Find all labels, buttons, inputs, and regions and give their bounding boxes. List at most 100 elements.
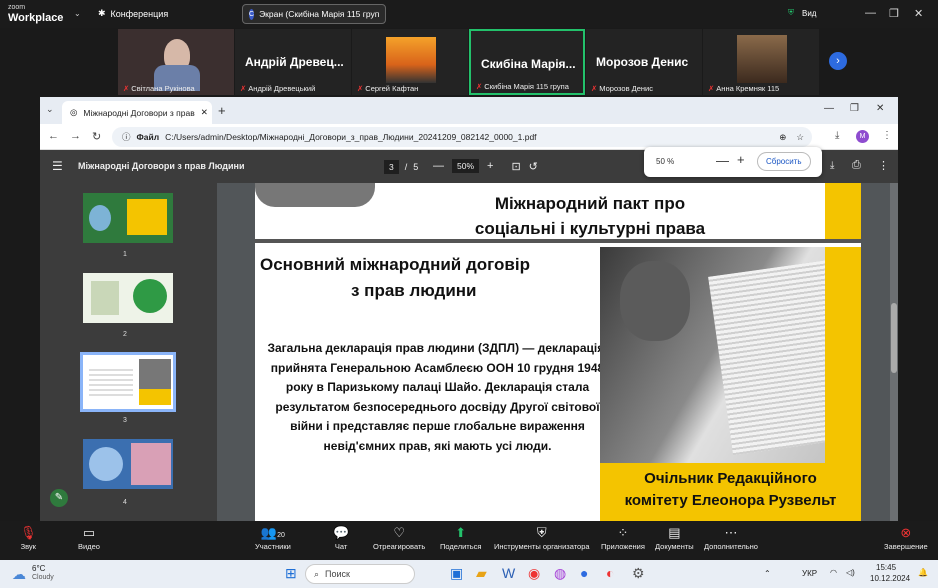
shield-icon[interactable]: ⛨ xyxy=(788,8,794,18)
zoom-app-icon[interactable]: ● xyxy=(580,565,588,581)
participant-big-name: Скибіна Марія... xyxy=(481,57,576,71)
download-icon[interactable]: ⤓ xyxy=(830,160,834,171)
more-button[interactable]: ⋯ Дополнительно xyxy=(704,525,758,551)
zoom-out-icon[interactable]: — xyxy=(433,160,444,172)
tab-close-icon[interactable]: ✕ xyxy=(201,107,208,118)
restore-icon[interactable]: ❐ xyxy=(889,7,899,20)
eleanor-roosevelt-photo xyxy=(600,247,861,463)
photo-caption: Очільник Редакційного комітету Елеонора … xyxy=(600,463,861,521)
participant-tile[interactable]: Андрій Древец... Андрій Древецький xyxy=(235,29,351,95)
react-button[interactable]: ♡ Отреагировать xyxy=(373,525,425,551)
zoom-in-icon[interactable]: + xyxy=(487,160,493,172)
participant-name: Анна Кремняк 115 xyxy=(708,84,779,93)
search-icon: ⌕ xyxy=(314,568,320,579)
participant-tile[interactable]: Світлана Рукінова xyxy=(118,29,234,95)
word-icon[interactable]: W xyxy=(502,565,515,581)
new-tab-button[interactable]: + xyxy=(218,103,226,118)
video-button[interactable]: ▭ Видео xyxy=(78,525,100,551)
profile-avatar[interactable]: M xyxy=(856,130,869,143)
hamburger-icon[interactable]: ☰ xyxy=(52,159,63,173)
page-current-input[interactable]: 3 xyxy=(384,160,399,174)
thumbnail-number: 3 xyxy=(123,417,127,424)
slide-body-text: Загальна декларація прав людини (ЗДПЛ) —… xyxy=(267,341,608,453)
video-label: Видео xyxy=(78,542,100,551)
thumbnail-page-2[interactable] xyxy=(83,273,173,323)
conference-menu[interactable]: ✱ Конференция xyxy=(98,8,168,19)
host-tools-button[interactable]: ⛨ Инструменты организатора xyxy=(494,525,590,551)
chrome-icon[interactable]: ◉ xyxy=(528,565,540,582)
zoom-lens-icon[interactable]: ⊕ xyxy=(779,132,786,143)
fit-page-icon[interactable]: ⊡ xyxy=(511,160,520,173)
tab-pdf[interactable]: ◎ Міжнародні Договори з прав ✕ xyxy=(62,101,212,124)
docs-button[interactable]: ▤ Документы xyxy=(655,525,694,551)
participants-button[interactable]: 👥20 Участники xyxy=(255,525,291,551)
participant-tile[interactable]: Морозов Денис Морозов Денис xyxy=(586,29,702,95)
slide-top-title-line1: Міжнародний пакт про xyxy=(494,194,686,213)
slide-heading-line1: Основний міжнародний договір xyxy=(260,255,530,274)
settings-icon[interactable]: ⚙ xyxy=(632,565,645,582)
popup-zoom-out-button[interactable]: — xyxy=(716,153,729,168)
windows-taskbar: ☁ 6°C Cloudy ⊞ ⌕ Поиск ▣ ▰ W ◉ ◍ ● ◐ ⚙ ⌃… xyxy=(0,560,938,588)
minus-circle-icon[interactable]: ⊖ xyxy=(384,9,385,20)
participant-tile[interactable]: Анна Кремняк 115 xyxy=(703,29,819,95)
screen-share-pill[interactable]: C Экран (Скибіна Марія 115 груп ⊖ xyxy=(242,4,386,24)
camera-icon: ▭ xyxy=(82,525,96,540)
zoom-value[interactable]: 50% xyxy=(452,159,480,173)
windows-start-icon[interactable]: ⊞ xyxy=(285,565,297,582)
chat-button[interactable]: 💬 Чат xyxy=(333,525,349,551)
wifi-icon[interactable]: ◠ xyxy=(830,568,837,577)
more-icon[interactable]: ⋮ xyxy=(878,159,889,172)
clock-date[interactable]: 10.12.2024 xyxy=(870,574,910,583)
app-icon[interactable]: ▣ xyxy=(450,565,463,582)
apps-button[interactable]: ⁘ Приложения xyxy=(601,525,645,551)
chevron-down-icon[interactable]: ⌄ xyxy=(74,9,81,18)
view-label[interactable]: Вид xyxy=(802,9,816,18)
close-icon[interactable]: ✕ xyxy=(876,103,884,114)
star-icon[interactable]: ☆ xyxy=(796,132,804,143)
thumbnail-page-1[interactable] xyxy=(83,193,173,243)
popup-reset-button[interactable]: Сбросить xyxy=(757,152,811,171)
slide-top-title: Міжнародний пакт про соціальні і культур… xyxy=(450,191,730,241)
download-icon[interactable]: ⤓ xyxy=(835,130,839,141)
language-indicator[interactable]: УКР xyxy=(802,569,817,578)
rotate-icon[interactable]: ↺ xyxy=(529,160,538,173)
folder-icon[interactable]: ▰ xyxy=(476,565,487,582)
tray-chevron-icon[interactable]: ⌃ xyxy=(764,569,771,578)
close-icon[interactable]: ✕ xyxy=(914,7,923,20)
thumbnail-page-3-active[interactable] xyxy=(80,352,176,412)
notification-icon[interactable]: 🔔 xyxy=(918,568,928,577)
react-label: Отреагировать xyxy=(373,542,426,551)
scrollbar-thumb[interactable] xyxy=(891,303,897,373)
taskbar-search[interactable]: ⌕ Поиск xyxy=(305,564,415,584)
slide-top-band: Міжнародний пакт про соціальні і культур… xyxy=(255,183,861,243)
minimize-icon[interactable]: — xyxy=(865,7,876,19)
clock-time[interactable]: 15:45 xyxy=(876,563,896,572)
participant-tile-active[interactable]: Скибіна Марія... Скибіна Марія 115 група xyxy=(469,29,585,95)
popup-zoom-in-button[interactable]: + xyxy=(737,152,745,167)
host-tools-label: Инструменты организатора xyxy=(494,542,590,551)
speaker-icon[interactable]: ◁) xyxy=(846,568,855,577)
viber-icon[interactable]: ◍ xyxy=(554,565,566,582)
audio-button[interactable]: 🎙 Звук xyxy=(20,525,37,551)
minimize-icon[interactable]: — xyxy=(824,103,834,114)
menu-dots-icon[interactable]: ⋮ xyxy=(882,130,892,141)
back-icon[interactable]: ← xyxy=(48,130,59,142)
scrollbar[interactable] xyxy=(890,183,898,521)
participant-tile[interactable]: Сергей Кафтан xyxy=(352,29,468,95)
print-icon[interactable]: ⎙ xyxy=(852,159,861,172)
end-button[interactable]: ⊗ Завершение xyxy=(884,525,928,551)
address-bar[interactable]: ⓘ Файл C:/Users/admin/Desktop/Міжнародні… xyxy=(112,127,812,147)
browser-icon[interactable]: ◐ xyxy=(606,565,614,581)
thumbnail-page-4[interactable] xyxy=(83,439,173,489)
tab-list-icon[interactable]: ⌄ xyxy=(46,104,54,115)
heart-icon: ♡ xyxy=(393,525,405,540)
next-page-button[interactable]: › xyxy=(829,52,847,70)
restore-icon[interactable]: ❐ xyxy=(850,103,859,114)
screen-share-label: Экран (Скибіна Марія 115 груп xyxy=(259,9,380,19)
share-button[interactable]: ⬆ Поделиться xyxy=(440,525,481,551)
annotate-pen-icon[interactable]: ✎ xyxy=(50,489,68,507)
forward-icon[interactable]: → xyxy=(70,130,81,142)
page-indicator: 3 / 5 xyxy=(384,160,418,174)
reload-icon[interactable]: ↻ xyxy=(92,130,101,143)
participant-big-name: Андрій Древец... xyxy=(245,55,344,69)
